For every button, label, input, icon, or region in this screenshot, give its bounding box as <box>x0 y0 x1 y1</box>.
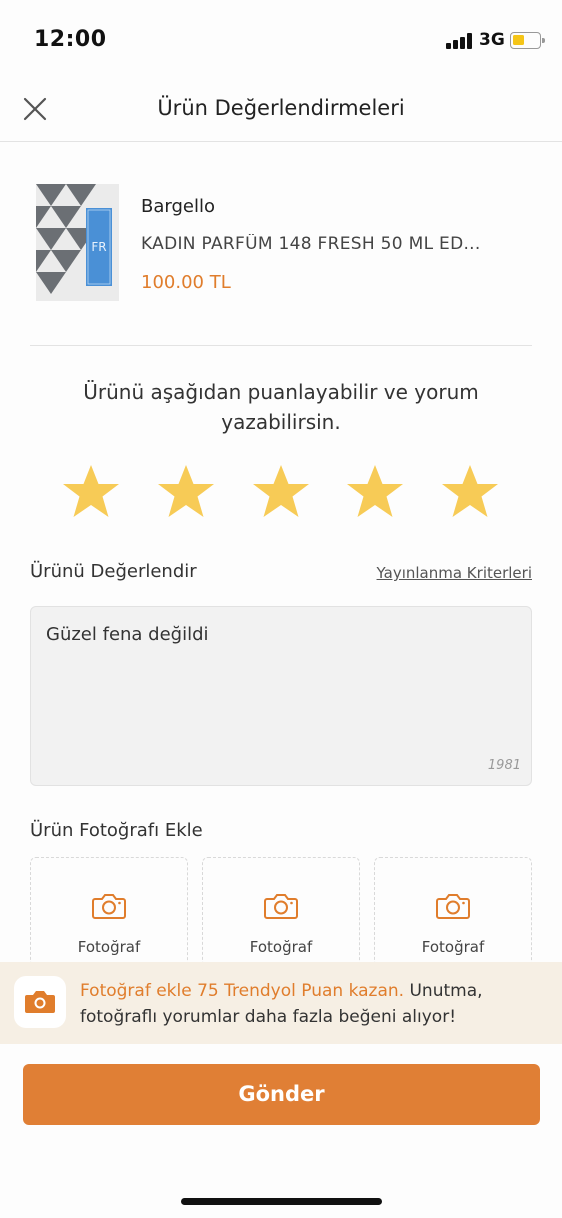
camera-icon <box>25 991 55 1013</box>
cellular-signal-icon <box>446 33 474 49</box>
star-icon <box>253 465 309 517</box>
star-icon <box>442 465 498 517</box>
svg-text:FR: FR <box>91 240 106 254</box>
star-rating <box>60 463 505 523</box>
product-price: 100.00 TL <box>141 272 231 293</box>
network-type: 3G <box>479 30 505 50</box>
star-icon <box>63 465 119 517</box>
review-label: Ürünü Değerlendir <box>30 561 197 582</box>
add-photo-label: Fotoğraf <box>421 938 485 956</box>
product-name: KADIN PARFÜM 148 FRESH 50 ML ED... <box>141 234 481 254</box>
status-time: 12:00 <box>34 27 107 52</box>
add-photo-button-2[interactable]: Fotoğraf <box>202 857 360 967</box>
photo-promo-banner: Fotoğraf ekle 75 Trendyol Puan kazan. Un… <box>0 962 562 1044</box>
product-brand: Bargello <box>141 196 215 217</box>
product-card: FR Bargello KADIN PARFÜM 148 FRESH 50 ML… <box>36 184 536 302</box>
promo-text: Fotoğraf ekle 75 Trendyol Puan kazan. Un… <box>80 978 550 1030</box>
star-4-button[interactable] <box>344 463 406 521</box>
add-photo-label: Fotoğraf <box>77 938 141 956</box>
review-textarea[interactable]: Güzel fena değildi 1981 <box>30 606 532 786</box>
review-text: Güzel fena değildi <box>46 624 209 645</box>
add-photo-button-3[interactable]: Fotoğraf <box>374 857 532 967</box>
submit-button[interactable]: Gönder <box>23 1064 540 1125</box>
photo-section-label: Ürün Fotoğrafı Ekle <box>30 820 203 841</box>
publishing-criteria-link[interactable]: Yayınlanma Kriterleri <box>377 564 532 582</box>
divider <box>30 345 532 346</box>
page-title: Ürün Değerlendirmeleri <box>157 96 405 120</box>
camera-icon <box>264 894 298 919</box>
page-header: Ürün Değerlendirmeleri <box>0 80 562 142</box>
star-5-button[interactable] <box>439 463 501 521</box>
camera-icon <box>436 894 470 919</box>
photo-slots: Fotoğraf Fotoğraf Fotoğraf <box>30 857 534 967</box>
star-icon <box>347 465 403 517</box>
promo-icon-box <box>14 976 66 1028</box>
home-indicator <box>181 1198 382 1205</box>
add-photo-button-1[interactable]: Fotoğraf <box>30 857 188 967</box>
add-photo-label: Fotoğraf <box>249 938 313 956</box>
remaining-char-count: 1981 <box>487 758 521 773</box>
star-1-button[interactable] <box>60 463 122 521</box>
star-2-button[interactable] <box>155 463 217 521</box>
star-icon <box>158 465 214 517</box>
promo-highlight: Fotoğraf ekle 75 Trendyol Puan kazan. <box>80 981 405 1001</box>
star-3-button[interactable] <box>250 463 312 521</box>
product-image: FR <box>36 184 119 301</box>
battery-icon <box>510 32 545 49</box>
camera-icon <box>92 894 126 919</box>
status-bar: 12:00 3G <box>0 0 562 80</box>
rating-prompt: Ürünü aşağıdan puanlayabilir ve yorum ya… <box>83 380 479 434</box>
